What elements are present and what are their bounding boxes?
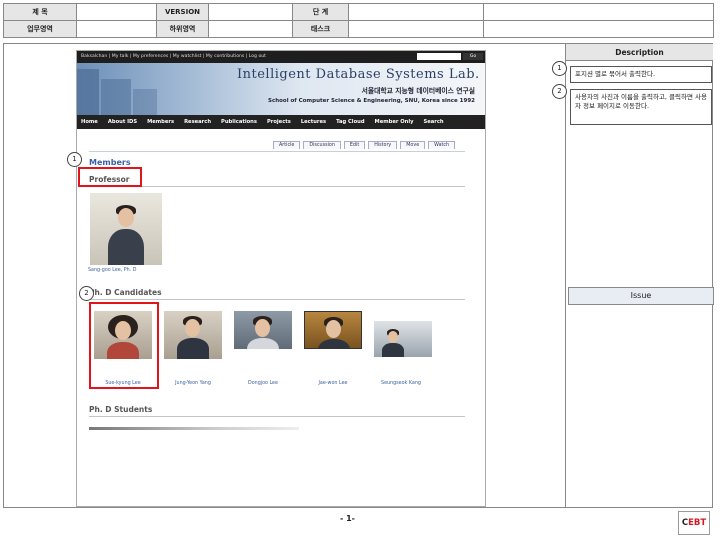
version-value [208, 3, 293, 21]
nav-projects[interactable]: Projects [267, 119, 291, 125]
company-logo: CEBT [678, 511, 710, 535]
tab-divider [89, 151, 465, 152]
members-web-page: Baksalchan | My talk | My preferences | … [76, 50, 486, 507]
candidate-photo-3[interactable] [234, 311, 292, 349]
issue-heading: Issue [568, 287, 714, 305]
professor-name[interactable]: Sang-goo Lee, Ph. D [88, 268, 158, 273]
nav-about-ids[interactable]: About IDS [108, 119, 137, 125]
stage-label: 단 계 [292, 3, 349, 21]
phd-students-heading: Ph. D Students [89, 405, 153, 414]
section-rule [89, 416, 465, 417]
section-rule [89, 299, 465, 300]
sub-area-label: 하위영역 [156, 20, 209, 38]
page-action-tabs: Article Discussion Edit History Move Wat… [273, 141, 456, 149]
members-heading: Members [89, 158, 131, 167]
description-item-2: 사용자의 사진과 이름을 출력하고, 클릭하면 사용자 정보 페이지로 이동한다… [570, 89, 712, 125]
tab-discussion[interactable]: Discussion [303, 141, 341, 149]
nav-home[interactable]: Home [81, 119, 98, 125]
work-area-value [76, 20, 157, 38]
candidate-photo-2[interactable] [164, 311, 222, 359]
nav-members[interactable]: Members [147, 119, 174, 125]
header-row-1: 제 목 VERSION 단 계 [3, 3, 714, 21]
highlight-box-professor [78, 167, 142, 187]
lab-korean-name: 서울대학교 지능형 데이터베이스 연구실 [361, 87, 475, 95]
tab-history[interactable]: History [368, 141, 398, 149]
tab-article[interactable]: Article [273, 141, 301, 149]
title-value [76, 3, 157, 21]
nav-member-only[interactable]: Member Only [375, 119, 414, 125]
title-label: 제 목 [3, 3, 77, 21]
user-toolbar-links[interactable]: Baksalchan | My talk | My preferences | … [81, 54, 266, 59]
candidate-photo-4[interactable] [304, 311, 362, 349]
building-graphic [133, 89, 157, 115]
nav-research[interactable]: Research [184, 119, 211, 125]
lab-school-line: School of Computer Science & Engineering… [268, 98, 475, 104]
nav-tag-cloud[interactable]: Tag Cloud [336, 119, 364, 125]
tab-edit[interactable]: Edit [343, 141, 366, 149]
candidate-photo-5[interactable] [374, 321, 432, 357]
phd-candidates-heading: Ph. D Candidates [89, 288, 162, 297]
section-rule [89, 186, 465, 187]
candidate-name-5[interactable]: Seungseok Kang [366, 381, 436, 386]
header-row-2: 업무영역 하위영역 태스크 [3, 20, 714, 38]
search-go-button[interactable]: Go [463, 53, 483, 60]
building-graphic [101, 79, 131, 115]
candidate-name-3[interactable]: Dongjoo Lee [228, 381, 298, 386]
candidate-name-4[interactable]: Jae-won Lee [298, 381, 368, 386]
nav-search[interactable]: Search [424, 119, 444, 125]
task-label: 태스크 [292, 20, 349, 38]
main-nav: Home About IDS Members Research Publicat… [77, 115, 485, 129]
work-area-label: 업무영역 [3, 20, 77, 38]
header-spare-cell-2 [483, 20, 714, 38]
building-graphic [77, 69, 99, 115]
lab-banner: Intelligent Database Systems Lab. 서울대학교 … [77, 63, 485, 115]
tab-move[interactable]: Move [400, 141, 426, 149]
description-heading: Description [566, 44, 713, 61]
logo-accent: EBT [688, 518, 707, 528]
highlight-box-candidate [89, 302, 159, 389]
version-label: VERSION [156, 3, 209, 21]
nav-publications[interactable]: Publications [221, 119, 257, 125]
document-header-table: 제 목 VERSION 단 계 업무영역 하위영역 태스크 [3, 3, 714, 38]
professor-photo[interactable] [90, 193, 162, 265]
page-number: - 1- [340, 514, 355, 523]
site-search-input[interactable] [417, 53, 461, 60]
description-marker-2: 2 [552, 84, 567, 99]
annotation-marker-2: 2 [79, 286, 94, 301]
description-item-1: 포지션 별로 묶어서 출력한다. [570, 66, 712, 83]
nav-lectures[interactable]: Lectures [301, 119, 326, 125]
tab-watch[interactable]: Watch [428, 141, 456, 149]
lab-title: Intelligent Database Systems Lab. [237, 67, 480, 82]
user-toolbar: Baksalchan | My talk | My preferences | … [77, 51, 485, 63]
sub-area-value [208, 20, 293, 38]
description-marker-1: 1 [552, 61, 567, 76]
candidate-name-2[interactable]: Jung-Yeon Yang [158, 381, 228, 386]
students-photo-strip [89, 427, 299, 430]
annotation-marker-1: 1 [67, 152, 82, 167]
stage-value [348, 3, 484, 21]
task-value [348, 20, 484, 38]
header-spare-cell [483, 3, 714, 21]
description-column: Description 1 포지션 별로 묶어서 출력한다. 2 사용자의 사진… [552, 44, 714, 507]
